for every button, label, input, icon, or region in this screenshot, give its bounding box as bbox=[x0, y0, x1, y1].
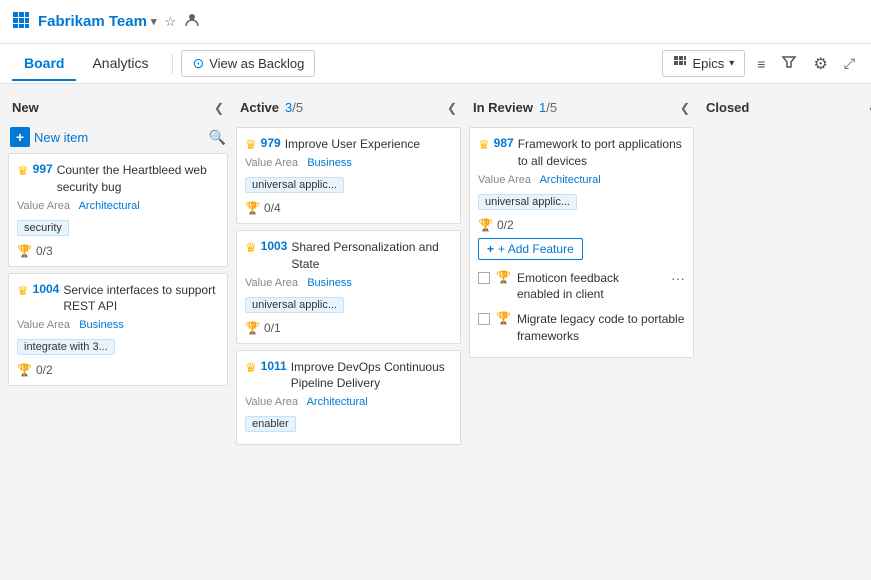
card-997-top: ♛ 997 Counter the Heartbleed web securit… bbox=[17, 162, 219, 196]
columns-settings-icon[interactable]: ≡ bbox=[753, 52, 769, 76]
tab-board[interactable]: Board bbox=[12, 47, 76, 81]
feature-item-1: 🏆 Migrate legacy code to portable framew… bbox=[478, 307, 685, 349]
card-1003-trophy-icon: 🏆 bbox=[245, 321, 260, 335]
card-1004-footer: 🏆 0/2 bbox=[17, 363, 219, 377]
card-979-top: ♛ 979 Improve User Experience bbox=[245, 136, 452, 153]
feature-crown-icon-0: 🏆 bbox=[496, 270, 511, 284]
collapse-in-review-icon[interactable]: ❮ bbox=[680, 101, 690, 115]
feature-item-0: 🏆 Emoticon feedback enabled in client ··… bbox=[478, 266, 685, 308]
add-feature-plus-icon: + bbox=[487, 242, 494, 256]
card-1003-crown-icon: ♛ bbox=[245, 240, 257, 256]
card-987[interactable]: ♛ 987 Framework to port applications to … bbox=[469, 127, 694, 358]
card-987-tag: universal applic... bbox=[478, 194, 577, 210]
column-active: Active 3/5 ❮ ♛ 979 Improve User Experien… bbox=[236, 94, 461, 451]
card-1003-top: ♛ 1003 Shared Personalization and State bbox=[245, 239, 452, 273]
card-1004-tag: integrate with 3... bbox=[17, 339, 115, 355]
card-1003-footer: 🏆 0/1 bbox=[245, 321, 452, 335]
card-1004[interactable]: ♛ 1004 Service interfaces to support RES… bbox=[8, 273, 228, 387]
nav-tabs: Board Analytics ⊙ View as Backlog Epics … bbox=[0, 44, 871, 84]
column-closed: Closed ❮ bbox=[702, 94, 871, 127]
column-title-active: Active bbox=[240, 100, 279, 115]
card-979-crown-icon: ♛ bbox=[245, 137, 257, 153]
card-1011[interactable]: ♛ 1011 Improve DevOps Continuous Pipelin… bbox=[236, 350, 461, 446]
card-997-tag: security bbox=[17, 220, 69, 236]
add-feature-button[interactable]: + + Add Feature bbox=[478, 238, 583, 260]
feature-checkbox-1[interactable] bbox=[478, 313, 490, 325]
team-name[interactable]: Fabrikam Team ▾ bbox=[38, 13, 156, 30]
column-count-active: 3/5 bbox=[285, 100, 303, 115]
tab-analytics[interactable]: Analytics bbox=[80, 47, 160, 81]
column-header-closed: Closed ❮ bbox=[702, 94, 871, 121]
column-header-in-review: In Review 1/5 ❮ bbox=[469, 94, 694, 121]
card-997-trophy-icon: 🏆 bbox=[17, 244, 32, 258]
epics-button[interactable]: Epics ▾ bbox=[662, 50, 745, 77]
card-1003[interactable]: ♛ 1003 Shared Personalization and State … bbox=[236, 230, 461, 344]
card-979[interactable]: ♛ 979 Improve User Experience Value Area… bbox=[236, 127, 461, 224]
fullscreen-icon[interactable]: ⤢ bbox=[840, 51, 859, 76]
column-title-closed: Closed bbox=[706, 100, 749, 115]
card-1004-trophy-icon: 🏆 bbox=[17, 363, 32, 377]
search-icon[interactable]: 🔍 bbox=[209, 129, 226, 146]
epics-chevron-icon: ▾ bbox=[729, 58, 734, 69]
column-header-new: New ❮ bbox=[8, 94, 228, 121]
card-987-footer: 🏆 0/2 bbox=[478, 218, 685, 232]
card-1004-value: Value Area Business bbox=[17, 319, 219, 331]
card-979-footer: 🏆 0/4 bbox=[245, 201, 452, 215]
card-987-trophy-icon: 🏆 bbox=[478, 218, 493, 232]
header-icons: ☆ bbox=[164, 12, 200, 31]
new-item-row: + New item 🔍 bbox=[8, 127, 228, 147]
card-987-crown-icon: ♛ bbox=[478, 137, 490, 153]
card-997-value: Value Area Architectural bbox=[17, 200, 219, 212]
card-979-value: Value Area Business bbox=[245, 157, 452, 169]
card-1011-tag: enabler bbox=[245, 416, 296, 432]
filter-icon[interactable] bbox=[777, 50, 801, 77]
epics-grid-icon bbox=[673, 55, 687, 72]
card-979-trophy-icon: 🏆 bbox=[245, 201, 260, 215]
card-1011-top: ♛ 1011 Improve DevOps Continuous Pipelin… bbox=[245, 359, 452, 393]
collapse-active-icon[interactable]: ❮ bbox=[447, 101, 457, 115]
new-item-button[interactable]: + New item bbox=[10, 127, 88, 147]
card-997-crown-icon: ♛ bbox=[17, 163, 29, 179]
collapse-new-icon[interactable]: ❮ bbox=[214, 101, 224, 115]
top-header: Fabrikam Team ▾ ☆ bbox=[0, 0, 871, 44]
star-icon[interactable]: ☆ bbox=[164, 14, 176, 30]
nav-divider bbox=[172, 54, 173, 74]
card-987-top: ♛ 987 Framework to port applications to … bbox=[478, 136, 685, 170]
column-title-in-review: In Review bbox=[473, 100, 533, 115]
nav-right-actions: Epics ▾ ≡ ⚙ ⤢ bbox=[662, 50, 859, 78]
card-997-footer: 🏆 0/3 bbox=[17, 244, 219, 258]
card-987-value: Value Area Architectural bbox=[478, 174, 685, 186]
card-1011-crown-icon: ♛ bbox=[245, 360, 257, 376]
card-1003-tag: universal applic... bbox=[245, 297, 344, 313]
card-1011-value: Value Area Architectural bbox=[245, 396, 452, 408]
card-997[interactable]: ♛ 997 Counter the Heartbleed web securit… bbox=[8, 153, 228, 267]
column-new: New ❮ + New item 🔍 ♛ 997 Counter the Hea… bbox=[8, 94, 228, 392]
card-1003-value: Value Area Business bbox=[245, 277, 452, 289]
feature-checkbox-0[interactable] bbox=[478, 272, 490, 284]
new-item-plus-icon: + bbox=[10, 127, 30, 147]
person-icon[interactable] bbox=[184, 12, 200, 31]
card-979-tag: universal applic... bbox=[245, 177, 344, 193]
board: New ❮ + New item 🔍 ♛ 997 Counter the Hea… bbox=[0, 84, 871, 580]
column-header-active: Active 3/5 ❮ bbox=[236, 94, 461, 121]
column-title-new: New bbox=[12, 100, 39, 115]
column-in-review: In Review 1/5 ❮ ♛ 987 Framework to port … bbox=[469, 94, 694, 364]
card-1004-top: ♛ 1004 Service interfaces to support RES… bbox=[17, 282, 219, 316]
card-1004-crown-icon: ♛ bbox=[17, 283, 29, 299]
app-grid-icon[interactable] bbox=[12, 11, 30, 32]
view-as-backlog-button[interactable]: ⊙ View as Backlog bbox=[181, 50, 315, 77]
feature-crown-icon-1: 🏆 bbox=[496, 311, 511, 325]
column-count-in-review: 1/5 bbox=[539, 100, 557, 115]
feature-more-icon-0[interactable]: ··· bbox=[671, 270, 685, 286]
team-chevron-icon: ▾ bbox=[151, 15, 157, 28]
view-backlog-icon: ⊙ bbox=[192, 55, 204, 72]
settings-icon[interactable]: ⚙ bbox=[809, 50, 831, 78]
